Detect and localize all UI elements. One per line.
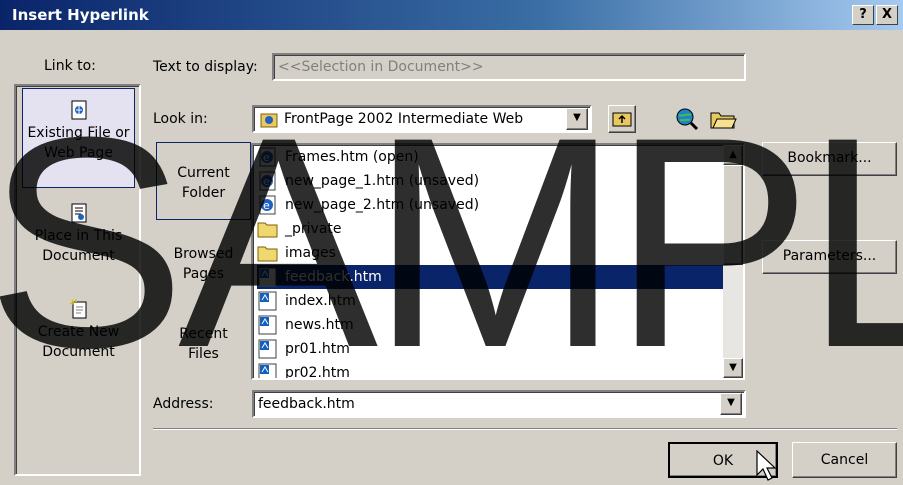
address-label: Address: (153, 396, 214, 412)
scroll-thumb[interactable] (723, 165, 743, 265)
file-row[interactable]: e Frames.htm (open) (257, 145, 723, 169)
web-page-icon: e (259, 195, 276, 215)
link-existing-line1: Existing File or (27, 125, 130, 141)
tab-browsed-line2: Pages (182, 266, 225, 282)
file-name: index.htm (285, 293, 356, 309)
link-create-line1: Create New (37, 324, 120, 340)
parameters-button[interactable]: Parameters... (762, 240, 897, 274)
title-bar: Insert Hyperlink ? X (0, 0, 903, 30)
scroll-up-icon[interactable]: ▲ (723, 145, 743, 165)
link-place-line2: Document (42, 248, 115, 264)
tab-current-line1: Current (177, 165, 230, 181)
folder-icon (257, 222, 278, 238)
link-create-new-document-button[interactable]: Create New Document (22, 298, 135, 388)
frontpage-file-icon (258, 363, 277, 378)
file-name: news.htm (285, 317, 354, 333)
tab-current-line2: Folder (181, 185, 226, 201)
browse-web-button[interactable] (673, 105, 701, 133)
browse-file-button[interactable] (708, 105, 738, 133)
file-name: new_page_2.htm (unsaved) (285, 197, 480, 213)
link-place-in-document-button[interactable]: Place in This Document (22, 202, 135, 292)
window-title: Insert Hyperlink (12, 6, 149, 24)
frontpage-file-icon (258, 339, 277, 359)
new-document-icon (69, 299, 86, 319)
file-name: _private (285, 221, 342, 237)
link-create-line2: Document (42, 344, 115, 360)
folder-icon (257, 246, 278, 262)
tab-recent-line2: Files (188, 346, 219, 362)
web-folder-icon (260, 113, 278, 128)
svg-text:e: e (263, 151, 270, 164)
tab-browsed-line1: Browsed (173, 246, 234, 262)
document-globe-icon (71, 100, 86, 120)
file-row[interactable]: images (257, 241, 723, 265)
bookmark-button[interactable]: Bookmark... (762, 142, 897, 176)
look-in-dropdown[interactable]: FrontPage 2002 Intermediate Web ▼ (252, 105, 592, 133)
address-value: feedback.htm (258, 396, 355, 412)
link-to-heading: Link to: (44, 58, 96, 74)
up-one-folder-button[interactable] (608, 105, 636, 133)
svg-text:e: e (263, 175, 270, 188)
text-to-display-label: Text to display: (153, 59, 258, 75)
web-page-icon: e (259, 147, 276, 167)
file-row[interactable]: pr01.htm (257, 337, 723, 361)
link-place-line1: Place in This (34, 228, 123, 244)
close-button[interactable]: X (876, 5, 898, 25)
text-to-display-field[interactable]: <<Selection in Document>> (272, 53, 746, 81)
file-list[interactable]: e Frames.htm (open) e new_page_1.htm (unsa… (251, 143, 745, 380)
file-row[interactable]: news.htm (257, 313, 723, 337)
up-folder-icon (612, 112, 632, 127)
help-button[interactable]: ? (852, 5, 874, 25)
open-folder-icon (710, 112, 737, 129)
tab-recent-line1: Recent (179, 326, 228, 342)
document-place-icon (71, 203, 86, 223)
frontpage-file-icon (258, 315, 277, 335)
file-row[interactable]: pr02.htm (257, 361, 723, 380)
tab-current-folder[interactable]: Current Folder (156, 142, 251, 220)
file-list-scrollbar[interactable]: ▲ ▼ (723, 145, 743, 378)
link-existing-file-button[interactable]: Existing File or Web Page (22, 88, 135, 188)
file-name: pr01.htm (285, 341, 350, 357)
look-in-dropdown-arrow-icon[interactable]: ▼ (566, 108, 588, 130)
frontpage-file-icon (258, 267, 277, 287)
file-name: feedback.htm (285, 269, 382, 285)
file-name: Frames.htm (open) (285, 149, 419, 165)
file-row[interactable]: e new_page_1.htm (unsaved) (257, 169, 723, 193)
file-row[interactable]: e new_page_2.htm (unsaved) (257, 193, 723, 217)
address-dropdown-arrow-icon[interactable]: ▼ (720, 393, 742, 415)
file-row-selected[interactable]: feedback.htm (257, 265, 723, 289)
frontpage-file-icon (258, 291, 277, 311)
address-field[interactable]: feedback.htm ▼ (252, 390, 746, 418)
file-name: pr02.htm (285, 365, 350, 380)
look-in-label: Look in: (153, 111, 208, 127)
cancel-button[interactable]: Cancel (792, 442, 897, 478)
link-existing-line2: Web Page (44, 145, 113, 161)
file-row[interactable]: index.htm (257, 289, 723, 313)
tab-browsed-pages[interactable]: Browsed Pages (156, 244, 251, 294)
web-page-icon: e (259, 171, 276, 191)
svg-text:e: e (263, 199, 270, 212)
link-to-panel: Existing File or Web Page Place in This … (14, 84, 141, 476)
scroll-down-icon[interactable]: ▼ (723, 358, 743, 378)
file-name: images (285, 245, 336, 261)
file-row[interactable]: _private (257, 217, 723, 241)
mouse-pointer-icon (756, 450, 776, 481)
file-name: new_page_1.htm (unsaved) (285, 173, 480, 189)
browse-web-icon (676, 108, 699, 131)
divider (153, 428, 897, 430)
look-in-value: FrontPage 2002 Intermediate Web (284, 111, 524, 127)
tab-recent-files[interactable]: Recent Files (156, 324, 251, 374)
